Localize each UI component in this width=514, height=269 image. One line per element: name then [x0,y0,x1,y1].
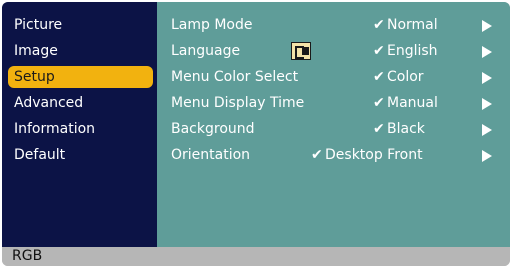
sidebar-item-setup[interactable]: Setup [8,66,153,88]
check-icon: ✔ [373,95,385,111]
arrow-right-icon[interactable] [482,72,492,84]
settings-panel: Lamp Mode ✔ Normal Language ✔ English Me… [157,2,510,247]
check-icon: ✔ [373,17,385,33]
setting-label: Lamp Mode [171,17,253,33]
input-source-label: RGB [12,248,43,264]
check-icon: ✔ [373,121,385,137]
arrow-right-icon[interactable] [482,46,492,58]
setting-row-background[interactable]: Background ✔ Black [157,118,510,142]
sidebar-item-information[interactable]: Information [8,118,153,140]
setting-label: Menu Display Time [171,95,305,111]
arrow-right-icon[interactable] [482,98,492,110]
setting-label: Orientation [171,147,251,163]
setting-value: Normal [387,17,438,33]
sidebar-item-advanced[interactable]: Advanced [8,92,153,114]
setting-row-lamp-mode[interactable]: Lamp Mode ✔ Normal [157,14,510,38]
setting-label: Background [171,121,255,137]
check-icon: ✔ [373,69,385,85]
language-icon [291,42,311,60]
sidebar-item-picture[interactable]: Picture [8,14,153,36]
setting-value: Desktop Front [325,147,423,163]
sidebar-item-image[interactable]: Image [8,40,153,62]
setting-label: Menu Color Select [171,69,299,85]
setting-value: Color [387,69,424,85]
arrow-right-icon[interactable] [482,124,492,136]
setting-row-menu-color-select[interactable]: Menu Color Select ✔ Color [157,66,510,90]
arrow-right-icon[interactable] [482,150,492,162]
setting-value: Manual [387,95,438,111]
check-icon: ✔ [373,43,385,59]
arrow-right-icon[interactable] [482,20,492,32]
setting-row-orientation[interactable]: Orientation ✔ Desktop Front [157,144,510,168]
setting-label: Language [171,43,241,59]
sidebar-item-default[interactable]: Default [8,144,153,166]
check-icon: ✔ [311,147,323,163]
sidebar-menu: Picture Image Setup Advanced Information… [2,2,157,247]
status-bar: RGB [2,247,510,266]
setting-row-menu-display-time[interactable]: Menu Display Time ✔ Manual [157,92,510,116]
setting-value: English [387,43,438,59]
setting-value: Black [387,121,425,137]
setting-row-language[interactable]: Language ✔ English [157,40,510,64]
